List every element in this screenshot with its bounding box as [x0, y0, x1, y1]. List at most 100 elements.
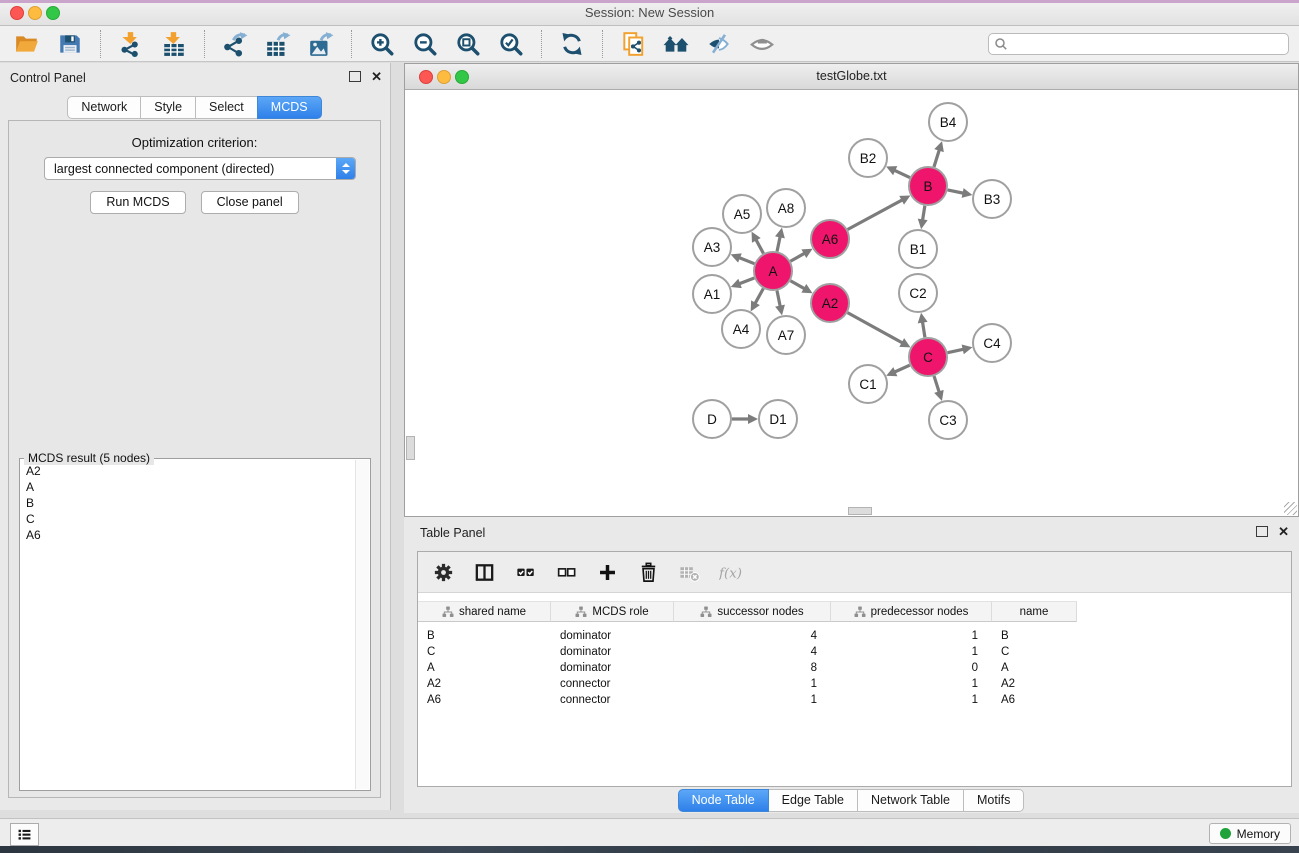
zoom-selected-icon[interactable] — [498, 31, 524, 57]
save-session-icon[interactable] — [57, 31, 83, 57]
table-cell[interactable]: 0 — [831, 660, 992, 676]
control-tab-network[interactable]: Network — [67, 96, 141, 119]
graph-edge-C-C1[interactable] — [895, 365, 910, 372]
table-cell[interactable]: B — [992, 628, 1077, 644]
delete-column-icon[interactable] — [637, 561, 660, 584]
graph-edge-A-A2[interactable] — [790, 281, 804, 289]
memory-button[interactable]: Memory — [1209, 823, 1291, 844]
close-panel-button[interactable]: Close panel — [201, 191, 299, 214]
mcds-result-scrollbar[interactable] — [355, 460, 369, 789]
refresh-layout-icon[interactable] — [559, 31, 585, 57]
table-cell[interactable]: dominator — [551, 644, 674, 660]
table-tab-network-table[interactable]: Network Table — [857, 789, 964, 812]
import-network-icon[interactable] — [118, 31, 144, 57]
column-header-predecessor-nodes[interactable]: predecessor nodes — [831, 601, 992, 622]
graph-edge-A2-C[interactable] — [848, 313, 903, 343]
mcds-result-item[interactable]: A2 — [21, 463, 355, 479]
mcds-result-item[interactable]: A6 — [21, 527, 355, 543]
show-all-icon[interactable] — [749, 31, 775, 57]
column-layout-icon[interactable] — [473, 561, 496, 584]
export-image-icon[interactable] — [308, 31, 334, 57]
table-cell[interactable]: 1 — [674, 676, 831, 692]
network-canvas[interactable]: AA1A2A3A4A5A6A7A8BB1B2B3B4CC1C2C3C4DD1 — [405, 90, 1298, 514]
graph-edge-A-A7[interactable] — [777, 291, 780, 306]
table-row[interactable]: A6connector11A6 — [418, 692, 1291, 708]
zoom-out-icon[interactable] — [412, 31, 438, 57]
control-tab-mcds[interactable]: MCDS — [257, 96, 322, 119]
task-history-button[interactable] — [10, 823, 39, 846]
table-row[interactable]: Cdominator41C — [418, 644, 1291, 660]
control-tab-style[interactable]: Style — [140, 96, 196, 119]
table-cell[interactable]: B — [418, 628, 551, 644]
table-tab-edge-table[interactable]: Edge Table — [768, 789, 858, 812]
graph-edge-B-B1[interactable] — [923, 206, 925, 220]
float-table-panel-icon[interactable] — [1256, 526, 1268, 537]
table-cell[interactable]: connector — [551, 676, 674, 692]
table-cell[interactable]: 4 — [674, 628, 831, 644]
first-neighbors-icon[interactable] — [663, 31, 689, 57]
zoom-in-icon[interactable] — [369, 31, 395, 57]
table-cell[interactable]: C — [418, 644, 551, 660]
graph-edge-A6-B[interactable] — [848, 200, 902, 229]
table-cell[interactable]: A2 — [992, 676, 1077, 692]
close-panel-icon[interactable]: ✕ — [371, 72, 382, 82]
table-cell[interactable]: 1 — [831, 644, 992, 660]
table-row[interactable]: Adominator80A — [418, 660, 1291, 676]
open-session-icon[interactable] — [14, 31, 40, 57]
graph-edge-A-A3[interactable] — [739, 258, 754, 264]
graph-edge-B-B4[interactable] — [934, 150, 939, 167]
graph-edge-B-B2[interactable] — [895, 170, 910, 177]
hide-selected-icon[interactable] — [706, 31, 732, 57]
criterion-dropdown[interactable]: largest connected component (directed) — [44, 157, 356, 180]
network-graph[interactable]: AA1A2A3A4A5A6A7A8BB1B2B3B4CC1C2C3C4DD1 — [405, 90, 1298, 514]
run-mcds-button[interactable]: Run MCDS — [90, 191, 185, 214]
add-column-icon[interactable] — [596, 561, 619, 584]
close-table-panel-icon[interactable]: ✕ — [1278, 527, 1289, 537]
graph-edge-A-A5[interactable] — [756, 240, 763, 254]
graph-edge-B-B3[interactable] — [948, 190, 963, 193]
table-cell[interactable]: A2 — [418, 676, 551, 692]
column-header-shared-name[interactable]: shared name — [418, 601, 551, 622]
table-cell[interactable]: 8 — [674, 660, 831, 676]
mcds-result-list[interactable]: A2ABCA6 — [21, 463, 355, 789]
float-panel-icon[interactable] — [349, 71, 361, 82]
table-cell[interactable]: A — [992, 660, 1077, 676]
graph-edge-A-A8[interactable] — [777, 237, 780, 252]
table-cell[interactable]: dominator — [551, 628, 674, 644]
mcds-result-item[interactable]: B — [21, 495, 355, 511]
table-settings-icon[interactable] — [432, 561, 455, 584]
column-header-MCDS-role[interactable]: MCDS role — [551, 601, 674, 622]
table-cell[interactable]: 1 — [674, 692, 831, 708]
bottom-splitter-grip[interactable] — [848, 507, 872, 515]
export-table-icon[interactable] — [265, 31, 291, 57]
graph-edge-A-A4[interactable] — [755, 289, 763, 304]
import-table-icon[interactable] — [161, 31, 187, 57]
resize-grip-icon[interactable] — [1284, 502, 1297, 515]
table-cell[interactable]: 1 — [831, 692, 992, 708]
graph-edge-C-C2[interactable] — [923, 322, 925, 337]
column-header-name[interactable]: name — [992, 601, 1077, 622]
table-tab-node-table[interactable]: Node Table — [678, 789, 769, 812]
copy-style-icon[interactable] — [620, 31, 646, 57]
table-row[interactable]: A2connector11A2 — [418, 676, 1291, 692]
zoom-fit-icon[interactable] — [455, 31, 481, 57]
graph-edge-A-A6[interactable] — [790, 253, 804, 261]
table-cell[interactable]: C — [992, 644, 1077, 660]
table-cell[interactable]: A6 — [418, 692, 551, 708]
table-cell[interactable]: connector — [551, 692, 674, 708]
left-splitter-grip[interactable] — [406, 436, 415, 460]
search-input[interactable] — [1008, 35, 1288, 53]
deselect-all-columns-icon[interactable] — [555, 561, 578, 584]
table-cell[interactable]: dominator — [551, 660, 674, 676]
column-header-successor-nodes[interactable]: successor nodes — [674, 601, 831, 622]
mcds-result-item[interactable]: A — [21, 479, 355, 495]
control-tab-select[interactable]: Select — [195, 96, 258, 119]
search-field[interactable] — [988, 33, 1289, 55]
table-cell[interactable]: A — [418, 660, 551, 676]
select-all-columns-icon[interactable] — [514, 561, 537, 584]
table-cell[interactable]: 1 — [831, 628, 992, 644]
table-tab-motifs[interactable]: Motifs — [963, 789, 1024, 812]
graph-edge-C-C3[interactable] — [934, 376, 939, 392]
table-cell[interactable]: 4 — [674, 644, 831, 660]
table-cell[interactable]: A6 — [992, 692, 1077, 708]
